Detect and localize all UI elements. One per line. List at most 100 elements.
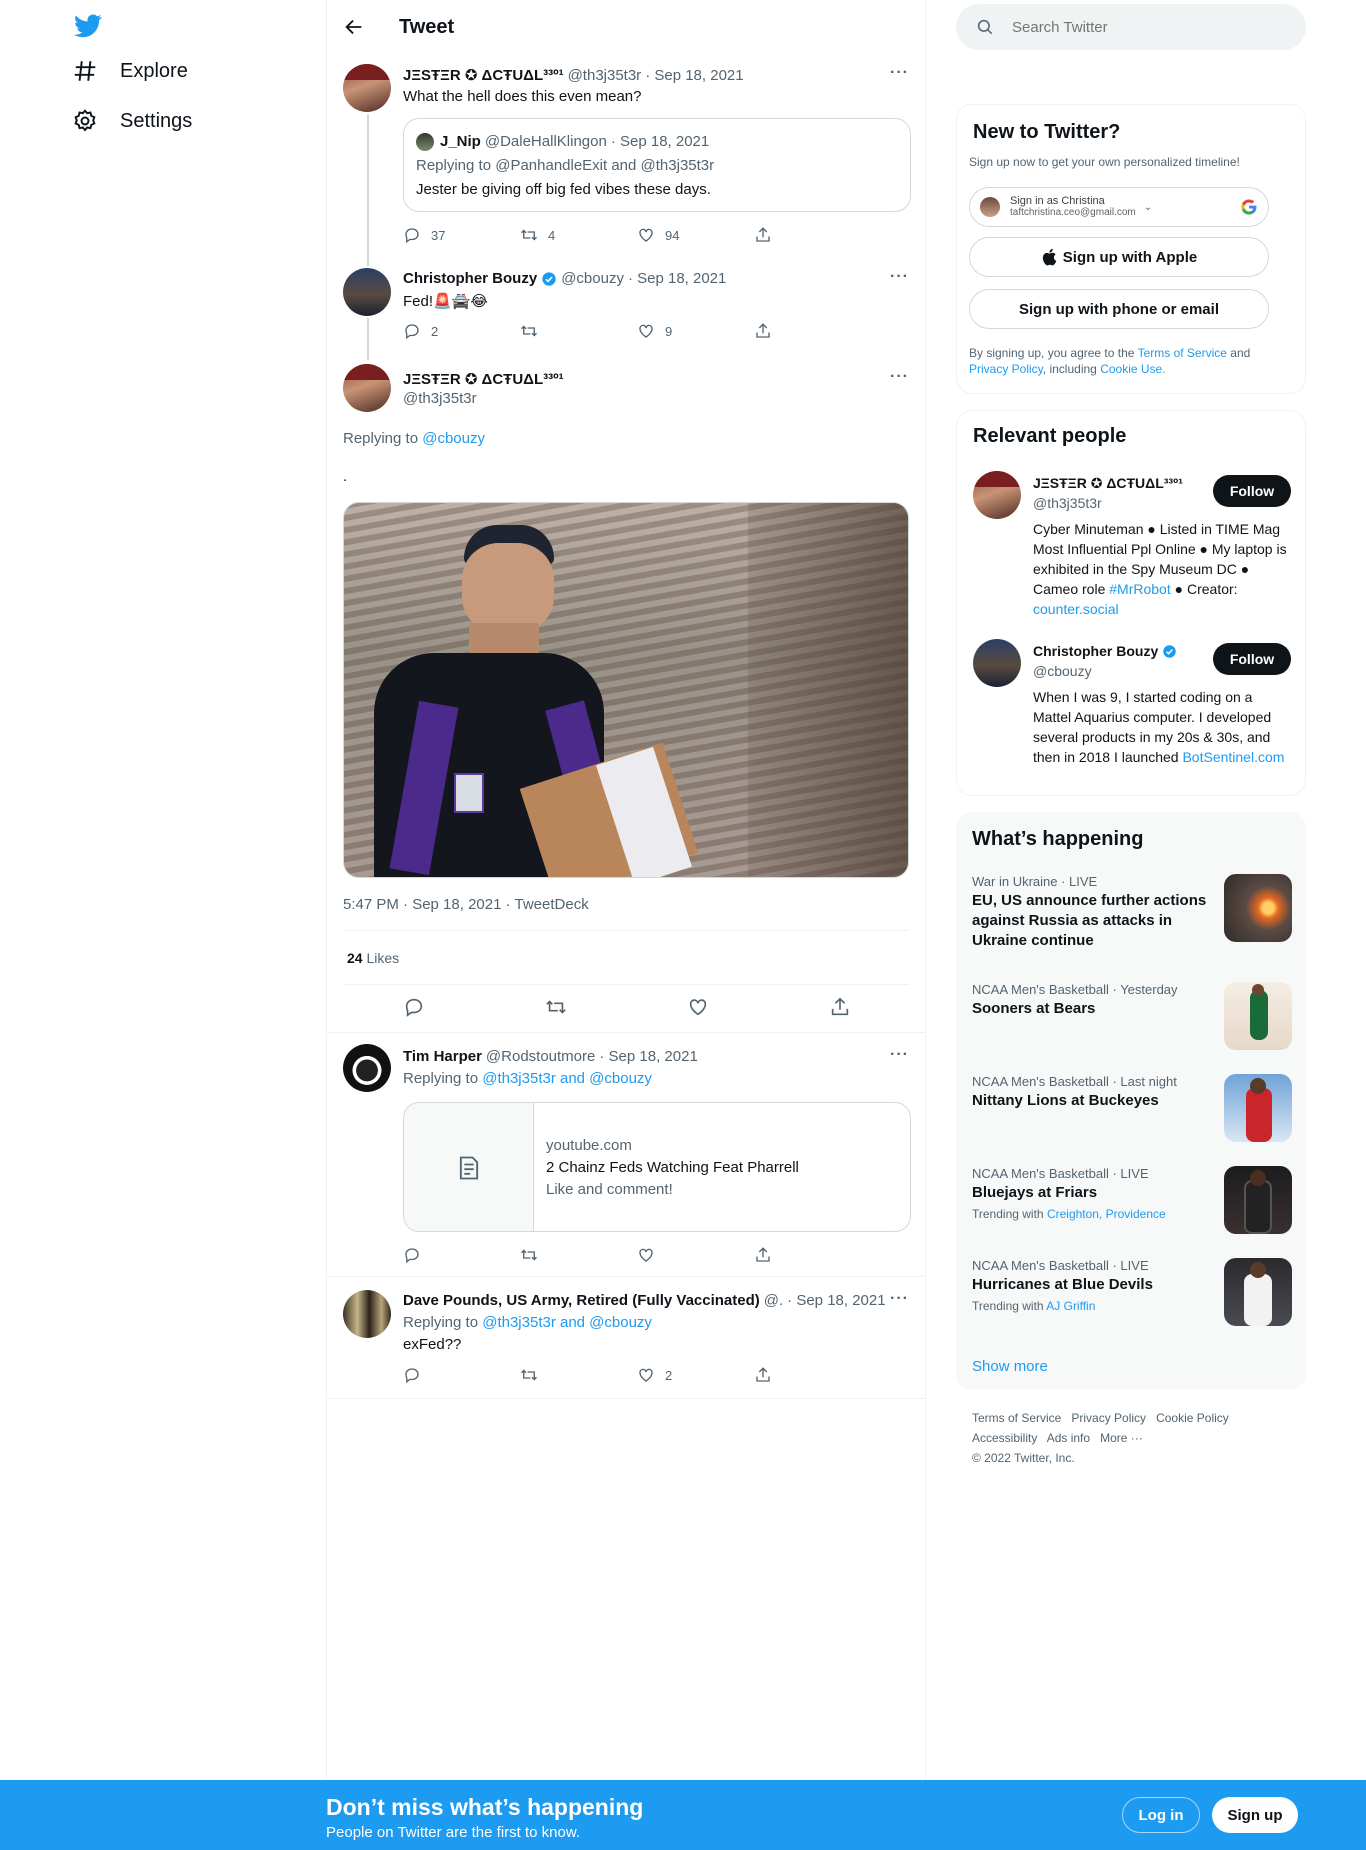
tweet-date[interactable]: · Sep 18, 2021 xyxy=(787,1292,885,1309)
tweet-date[interactable]: · Sep 18, 2021 xyxy=(628,270,726,287)
bio-link[interactable]: #MrRobot xyxy=(1109,581,1170,597)
reply-button[interactable] xyxy=(403,1246,520,1264)
like-button[interactable]: 9 xyxy=(637,322,754,340)
link-card[interactable]: youtube.com 2 Chainz Feds Watching Feat … xyxy=(403,1102,911,1232)
signup-bottom-bar: Don’t miss what’s happening People on Tw… xyxy=(0,1780,1366,1850)
replying-to-link[interactable]: @th3j35t3r and @cbouzy xyxy=(482,1314,652,1331)
twitter-logo-icon[interactable] xyxy=(74,14,102,38)
person-handle[interactable]: @th3j35t3r xyxy=(1033,495,1102,511)
tweet-photo[interactable] xyxy=(343,502,909,878)
trend-item[interactable]: War in Ukraine · LIVE EU, US announce fu… xyxy=(972,874,1292,964)
trend-item[interactable]: NCAA Men's Basketball · LIVE Bluejays at… xyxy=(972,1166,1292,1246)
privacy-link[interactable]: Privacy Policy xyxy=(969,362,1043,376)
login-button[interactable]: Log in xyxy=(1122,1797,1200,1833)
trend-item[interactable]: NCAA Men's Basketball · Yesterday Sooner… xyxy=(972,982,1292,1052)
avatar[interactable] xyxy=(343,364,391,412)
nav-explore[interactable]: Explore xyxy=(72,58,188,84)
bio-link[interactable]: BotSentinel.com xyxy=(1182,749,1284,765)
more-options-icon[interactable]: ··· xyxy=(890,1046,909,1064)
trending-with-links[interactable]: AJ Griffin xyxy=(1046,1299,1095,1313)
back-arrow-icon[interactable] xyxy=(343,16,365,38)
bio-link-2[interactable]: counter.social xyxy=(1033,601,1119,617)
footer-link-privacy[interactable]: Privacy Policy xyxy=(1071,1411,1146,1425)
reply-icon[interactable] xyxy=(403,996,425,1018)
tweet-date[interactable]: · Sep 18, 2021 xyxy=(599,1048,697,1065)
reply-button[interactable]: 37 xyxy=(403,226,520,244)
retweet-button[interactable] xyxy=(520,322,637,340)
like-button[interactable]: 2 xyxy=(637,1366,754,1384)
show-more-link[interactable]: Show more xyxy=(972,1358,1048,1375)
author-handle[interactable]: @cbouzy xyxy=(561,270,624,287)
reply-button[interactable]: 2 xyxy=(403,322,520,340)
quote-tweet[interactable]: J_Nip @DaleHallKlingon · Sep 18, 2021 Re… xyxy=(403,118,911,212)
trend-title: Nittany Lions at Buckeyes xyxy=(972,1092,1159,1109)
person-name[interactable]: JΞSŦΞR ✪ ΔCŦUΔL³³º¹ xyxy=(1033,475,1183,492)
author-name[interactable]: Dave Pounds, US Army, Retired (Fully Vac… xyxy=(403,1292,760,1309)
retweet-button[interactable] xyxy=(520,1366,637,1384)
heart-icon xyxy=(637,322,655,340)
search-input[interactable] xyxy=(1012,16,1282,38)
share-button[interactable] xyxy=(754,322,871,340)
follow-button[interactable]: Follow xyxy=(1213,643,1291,675)
reply-button[interactable] xyxy=(403,1366,520,1384)
retweet-icon[interactable] xyxy=(545,996,567,1018)
author-handle[interactable]: @Rodstoutmore xyxy=(486,1048,595,1065)
avatar[interactable] xyxy=(343,64,391,112)
follow-button[interactable]: Follow xyxy=(1213,475,1291,507)
terms-link[interactable]: Terms of Service xyxy=(1138,346,1227,360)
nav-settings[interactable]: Settings xyxy=(72,108,192,134)
more-options-icon[interactable]: ··· xyxy=(890,368,909,386)
tweet-date[interactable]: · Sep 18, 2021 xyxy=(645,67,743,84)
avatar[interactable] xyxy=(343,268,391,316)
apple-signup-button[interactable]: Sign up with Apple xyxy=(969,237,1269,277)
divider xyxy=(327,1398,925,1399)
trend-item[interactable]: NCAA Men's Basketball · LIVE Hurricanes … xyxy=(972,1258,1292,1338)
like-button[interactable]: 94 xyxy=(637,226,754,244)
search-box[interactable] xyxy=(956,4,1306,50)
person-handle[interactable]: @cbouzy xyxy=(1033,663,1092,679)
more-options-icon[interactable]: ··· xyxy=(890,1290,909,1308)
footer-link-ads[interactable]: Ads info xyxy=(1047,1431,1090,1445)
trend-item[interactable]: NCAA Men's Basketball · Last night Nitta… xyxy=(972,1074,1292,1144)
legal-text: By signing up, you agree to the xyxy=(969,346,1135,360)
trend-title: Hurricanes at Blue Devils xyxy=(972,1276,1153,1293)
reply-icon xyxy=(403,1246,421,1264)
likes-summary[interactable]: 24 Likes xyxy=(347,950,399,966)
retweet-button[interactable]: 4 xyxy=(520,226,637,244)
replying-to-link[interactable]: @th3j35t3r and @cbouzy xyxy=(482,1070,652,1087)
tweet-actions: 37 4 94 xyxy=(403,226,871,244)
replying-to-link[interactable]: @cbouzy xyxy=(422,430,485,447)
footer-link-cookie[interactable]: Cookie Policy xyxy=(1156,1411,1229,1425)
tweet-timestamp[interactable]: 5:47 PM · Sep 18, 2021 · TweetDeck xyxy=(343,896,589,913)
share-icon[interactable] xyxy=(829,996,851,1018)
author-name[interactable]: Christopher Bouzy xyxy=(403,270,537,287)
share-button[interactable] xyxy=(754,1366,871,1384)
share-button[interactable] xyxy=(754,1246,871,1264)
heart-icon[interactable] xyxy=(687,996,709,1018)
more-options-icon[interactable]: ··· xyxy=(890,268,909,286)
like-button[interactable] xyxy=(637,1246,754,1264)
avatar[interactable] xyxy=(343,1044,391,1092)
trending-with-links[interactable]: Creighton, Providence xyxy=(1047,1207,1166,1221)
author-name[interactable]: Tim Harper xyxy=(403,1048,482,1065)
avatar[interactable] xyxy=(343,1290,391,1338)
author-name[interactable]: JΞSŦΞR ✪ ΔCŦUΔL³³º¹ xyxy=(403,66,564,84)
author-name[interactable]: JΞSŦΞR ✪ ΔCŦUΔL³³º¹ xyxy=(403,370,564,388)
person-name[interactable]: Christopher Bouzy xyxy=(1033,643,1158,659)
cookie-link[interactable]: Cookie Use. xyxy=(1100,362,1165,376)
hashtag-icon xyxy=(72,58,98,84)
author-handle[interactable]: @th3j35t3r xyxy=(568,67,642,84)
retweet-button[interactable] xyxy=(520,1246,637,1264)
main-column: Tweet JΞSŦΞR ✪ ΔCŦUΔL³³º¹ @th3j35t3r · S… xyxy=(326,0,926,1780)
google-signin-button[interactable]: Sign in as Christina taftchristina.ceo@g… xyxy=(969,187,1269,227)
footer-link-terms[interactable]: Terms of Service xyxy=(972,1411,1061,1425)
author-handle[interactable]: @th3j35t3r xyxy=(403,390,477,407)
footer-link-accessibility[interactable]: Accessibility xyxy=(972,1431,1037,1445)
tweet-actions: 2 xyxy=(403,1366,871,1384)
signup-button[interactable]: Sign up xyxy=(1212,1797,1298,1833)
more-options-icon[interactable]: ··· xyxy=(890,64,909,82)
author-handle[interactable]: @. xyxy=(764,1292,783,1309)
share-button[interactable] xyxy=(754,226,871,244)
footer-link-more[interactable]: More ··· xyxy=(1100,1431,1143,1445)
phone-email-signup-button[interactable]: Sign up with phone or email xyxy=(969,289,1269,329)
